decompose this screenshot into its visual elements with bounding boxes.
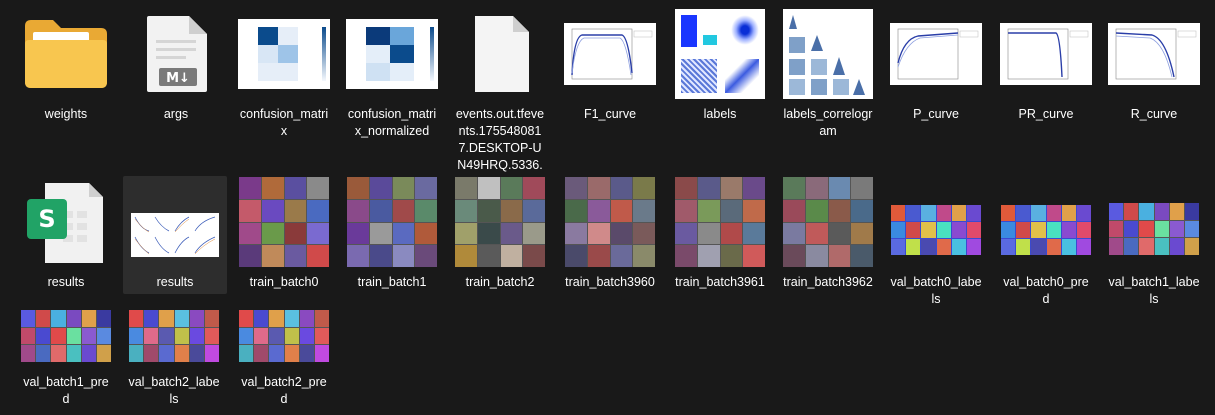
file-item-train-batch1[interactable]: train_batch1 [346, 176, 438, 291]
file-item-confusion-matrix-normalized[interactable]: confusion_matrix_normalized [346, 8, 438, 140]
file-label: val_batch2_labels [128, 375, 220, 406]
file-label: F1_curve [583, 107, 637, 121]
markdown-badge: M↓ [166, 71, 190, 86]
image-thumbnail [346, 176, 438, 268]
file-item-p-curve[interactable]: P_curve [890, 8, 982, 123]
spreadsheet-badge: S [38, 205, 55, 233]
image-thumbnail [564, 8, 656, 100]
file-item-val-batch2-pred[interactable]: val_batch2_pred [238, 310, 330, 408]
image-thumbnail [128, 310, 220, 366]
file-label: val_batch2_pred [241, 375, 327, 406]
file-item-pr-curve[interactable]: PR_curve [1000, 8, 1092, 123]
file-grid: weights M↓ args confusion_matrix confusi… [0, 0, 1215, 415]
file-item-args[interactable]: M↓ args [130, 8, 222, 123]
file-label: labels [703, 107, 737, 121]
file-label: args [163, 107, 189, 121]
file-item-val-batch1-pred[interactable]: val_batch1_pred [20, 310, 112, 408]
file-item-results-png[interactable]: results [123, 176, 227, 294]
file-item-val-batch2-labels[interactable]: val_batch2_labels [128, 310, 220, 408]
file-label: confusion_matrix_normalized [347, 107, 437, 138]
file-item-f1-curve[interactable]: F1_curve [564, 8, 656, 123]
image-thumbnail [674, 8, 766, 100]
file-label: results [156, 275, 194, 289]
file-label: val_batch0_pred [1003, 275, 1089, 306]
file-label: weights [44, 107, 88, 121]
markdown-file-icon: M↓ [130, 8, 222, 100]
image-thumbnail [782, 176, 874, 268]
file-item-val-batch0-pred[interactable]: val_batch0_pred [1000, 176, 1092, 308]
file-item-r-curve[interactable]: R_curve [1108, 8, 1200, 123]
file-label: R_curve [1130, 107, 1178, 121]
image-thumbnail [1000, 8, 1092, 100]
image-thumbnail [1108, 8, 1200, 100]
file-label: labels_correlogram [783, 107, 873, 138]
image-thumbnail [346, 8, 438, 100]
file-item-train-batch3962[interactable]: train_batch3962 [782, 176, 874, 291]
file-label: train_batch0 [249, 275, 319, 289]
file-item-val-batch1-labels[interactable]: val_batch1_labels [1108, 176, 1200, 308]
image-thumbnail [674, 176, 766, 268]
file-item-weights[interactable]: weights [20, 8, 112, 123]
file-item-train-batch3961[interactable]: train_batch3961 [674, 176, 766, 291]
file-label: train_batch3962 [783, 275, 873, 289]
image-thumbnail [890, 176, 982, 268]
file-item-labels[interactable]: labels [674, 8, 766, 123]
image-thumbnail [1000, 176, 1092, 268]
image-thumbnail [890, 8, 982, 100]
file-label: train_batch3961 [675, 275, 765, 289]
file-item-val-batch0-labels[interactable]: val_batch0_labels [890, 176, 982, 308]
file-label: train_batch1 [357, 275, 427, 289]
file-label: P_curve [913, 107, 959, 121]
file-item-confusion-matrix[interactable]: confusion_matrix [238, 8, 330, 140]
image-thumbnail [454, 176, 546, 268]
file-item-events[interactable]: events.out.tfevents.1755480817.DESKTOP-U… [454, 8, 546, 191]
image-thumbnail [238, 310, 330, 366]
image-thumbnail [564, 176, 656, 268]
file-label: val_batch1_labels [1108, 275, 1200, 306]
file-label: val_batch0_labels [890, 275, 982, 306]
image-thumbnail [123, 176, 227, 268]
image-thumbnail [1108, 176, 1200, 268]
file-label: confusion_matrix [239, 107, 329, 138]
image-thumbnail [20, 310, 112, 366]
spreadsheet-icon: S [20, 176, 112, 268]
file-item-train-batch0[interactable]: train_batch0 [238, 176, 330, 291]
image-thumbnail [782, 8, 874, 100]
file-label: val_batch1_pred [23, 375, 109, 406]
file-label: results [47, 275, 85, 289]
image-thumbnail [238, 176, 330, 268]
file-label: train_batch2 [465, 275, 535, 289]
file-label: train_batch3960 [565, 275, 655, 289]
image-thumbnail [238, 8, 330, 100]
file-item-results-csv[interactable]: S results [20, 176, 112, 291]
file-label: PR_curve [1018, 107, 1074, 121]
folder-icon [20, 8, 112, 100]
blank-file-icon [454, 8, 546, 100]
file-item-train-batch2[interactable]: train_batch2 [454, 176, 546, 291]
file-item-labels-correlogram[interactable]: labels_correlogram [782, 8, 874, 140]
file-item-train-batch3960[interactable]: train_batch3960 [564, 176, 656, 291]
